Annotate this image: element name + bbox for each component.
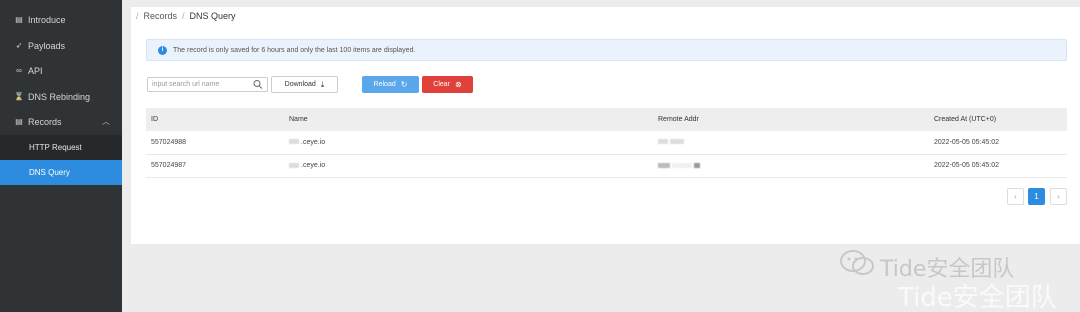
cell-remote-addr bbox=[653, 131, 929, 155]
table-header-row: ID Name Remote Addr Created At (UTC+0) bbox=[146, 108, 1067, 131]
cell-created-at: 2022-05-05 05:45:02 bbox=[929, 154, 1067, 178]
sidebar-item-label: Payloads bbox=[28, 40, 66, 51]
cell-name: .ceye.io bbox=[284, 131, 653, 155]
breadcrumb-separator: / bbox=[136, 11, 139, 21]
search-icon[interactable] bbox=[253, 79, 263, 90]
refresh-icon: ↻ bbox=[400, 80, 408, 89]
column-header-created-at[interactable]: Created At (UTC+0) bbox=[929, 108, 1067, 131]
download-label: Download bbox=[284, 81, 316, 88]
close-circle-icon: ⊗ bbox=[455, 80, 462, 89]
pagination-next-button[interactable]: › bbox=[1050, 188, 1067, 205]
breadcrumb-item[interactable]: Records bbox=[144, 11, 178, 21]
redacted-block bbox=[658, 162, 670, 168]
redacted-block bbox=[289, 139, 299, 145]
sidebar: ▤ Introduce ➶ Payloads ∞ API ⌛ DNS Rebin… bbox=[0, 0, 122, 312]
redacted-block bbox=[289, 162, 299, 168]
info-icon: i bbox=[158, 45, 167, 55]
main-panel: i The record is only saved for 6 hours a… bbox=[131, 25, 1080, 244]
column-header-remote-addr[interactable]: Remote Addr bbox=[653, 108, 929, 131]
chevron-up-icon: ︿ bbox=[102, 117, 110, 126]
cell-id: 557024987 bbox=[146, 154, 284, 178]
pagination-prev-button[interactable]: ‹ bbox=[1007, 188, 1024, 205]
sidebar-item-label: API bbox=[28, 65, 43, 76]
alert-text: The record is only saved for 6 hours and… bbox=[173, 46, 416, 54]
cell-id: 557024988 bbox=[146, 131, 284, 155]
reload-label: Reload bbox=[373, 81, 396, 88]
search-placeholder: input search url name bbox=[152, 81, 220, 88]
clear-button[interactable]: Clear ⊗ bbox=[422, 76, 473, 93]
sidebar-item-records[interactable]: ▤ Records ︿ bbox=[0, 109, 122, 134]
breadcrumb-current: DNS Query bbox=[189, 11, 236, 21]
info-alert: i The record is only saved for 6 hours a… bbox=[146, 39, 1067, 61]
chevron-right-icon: › bbox=[1057, 192, 1060, 201]
column-header-name[interactable]: Name bbox=[284, 108, 653, 131]
redacted-block bbox=[672, 162, 692, 168]
wechat-logo-icon bbox=[840, 250, 874, 275]
download-icon: ⤓ bbox=[320, 79, 325, 89]
watermark-text: Tide安全团队 bbox=[898, 283, 1057, 312]
redacted-block bbox=[694, 162, 700, 168]
sidebar-item-label: Introduce bbox=[28, 14, 66, 25]
cell-remote-addr bbox=[653, 154, 929, 178]
sidebar-item-label: Records bbox=[28, 116, 62, 127]
redacted-block bbox=[670, 139, 684, 145]
pagination-page-1[interactable]: 1 bbox=[1028, 188, 1045, 205]
sidebar-item-introduce[interactable]: ▤ Introduce bbox=[0, 7, 122, 32]
redacted-block bbox=[658, 139, 668, 145]
chevron-left-icon: ‹ bbox=[1014, 192, 1017, 201]
cell-name-text: .ceye.io bbox=[301, 162, 326, 169]
sidebar-item-payloads[interactable]: ➶ Payloads bbox=[0, 33, 122, 58]
document-icon: ▤ bbox=[15, 15, 23, 24]
sidebar-item-label: DNS Rebinding bbox=[28, 91, 91, 102]
sidebar-subitem-http-request[interactable]: HTTP Request bbox=[0, 135, 122, 160]
sidebar-subitem-label: HTTP Request bbox=[29, 143, 82, 152]
cell-name: .ceye.io bbox=[284, 154, 653, 178]
clear-label: Clear bbox=[433, 81, 451, 88]
table-row: 557024987 .ceye.io 2022-05-05 05:45:02 bbox=[146, 154, 1067, 178]
rocket-icon: ➶ bbox=[15, 41, 23, 50]
sidebar-subitem-label: DNS Query bbox=[29, 168, 70, 177]
sidebar-item-api[interactable]: ∞ API bbox=[0, 58, 122, 83]
breadcrumb-separator: / bbox=[182, 11, 185, 21]
reload-button[interactable]: Reload ↻ bbox=[362, 76, 419, 93]
column-header-id[interactable]: ID bbox=[146, 108, 284, 131]
dns-records-table: ID Name Remote Addr Created At (UTC+0) 5… bbox=[146, 108, 1067, 178]
hourglass-icon: ⌛ bbox=[14, 92, 24, 101]
cell-name-text: .ceye.io bbox=[301, 138, 326, 146]
download-button[interactable]: Download ⤓ bbox=[271, 76, 338, 93]
sidebar-item-dns-rebinding[interactable]: ⌛ DNS Rebinding bbox=[0, 84, 122, 109]
sidebar-subitem-dns-query[interactable]: DNS Query bbox=[0, 160, 122, 185]
search-input[interactable]: input search url name bbox=[147, 77, 268, 92]
table-row: 557024988 .ceye.io 2022-05-05 05:45:02 bbox=[146, 131, 1067, 155]
breadcrumb: / Records / DNS Query bbox=[131, 7, 1080, 25]
link-icon: ∞ bbox=[16, 66, 22, 75]
cell-created-at: 2022-05-05 05:45:02 bbox=[929, 131, 1067, 155]
page-number: 1 bbox=[1034, 192, 1039, 201]
list-icon: ▤ bbox=[15, 117, 23, 126]
